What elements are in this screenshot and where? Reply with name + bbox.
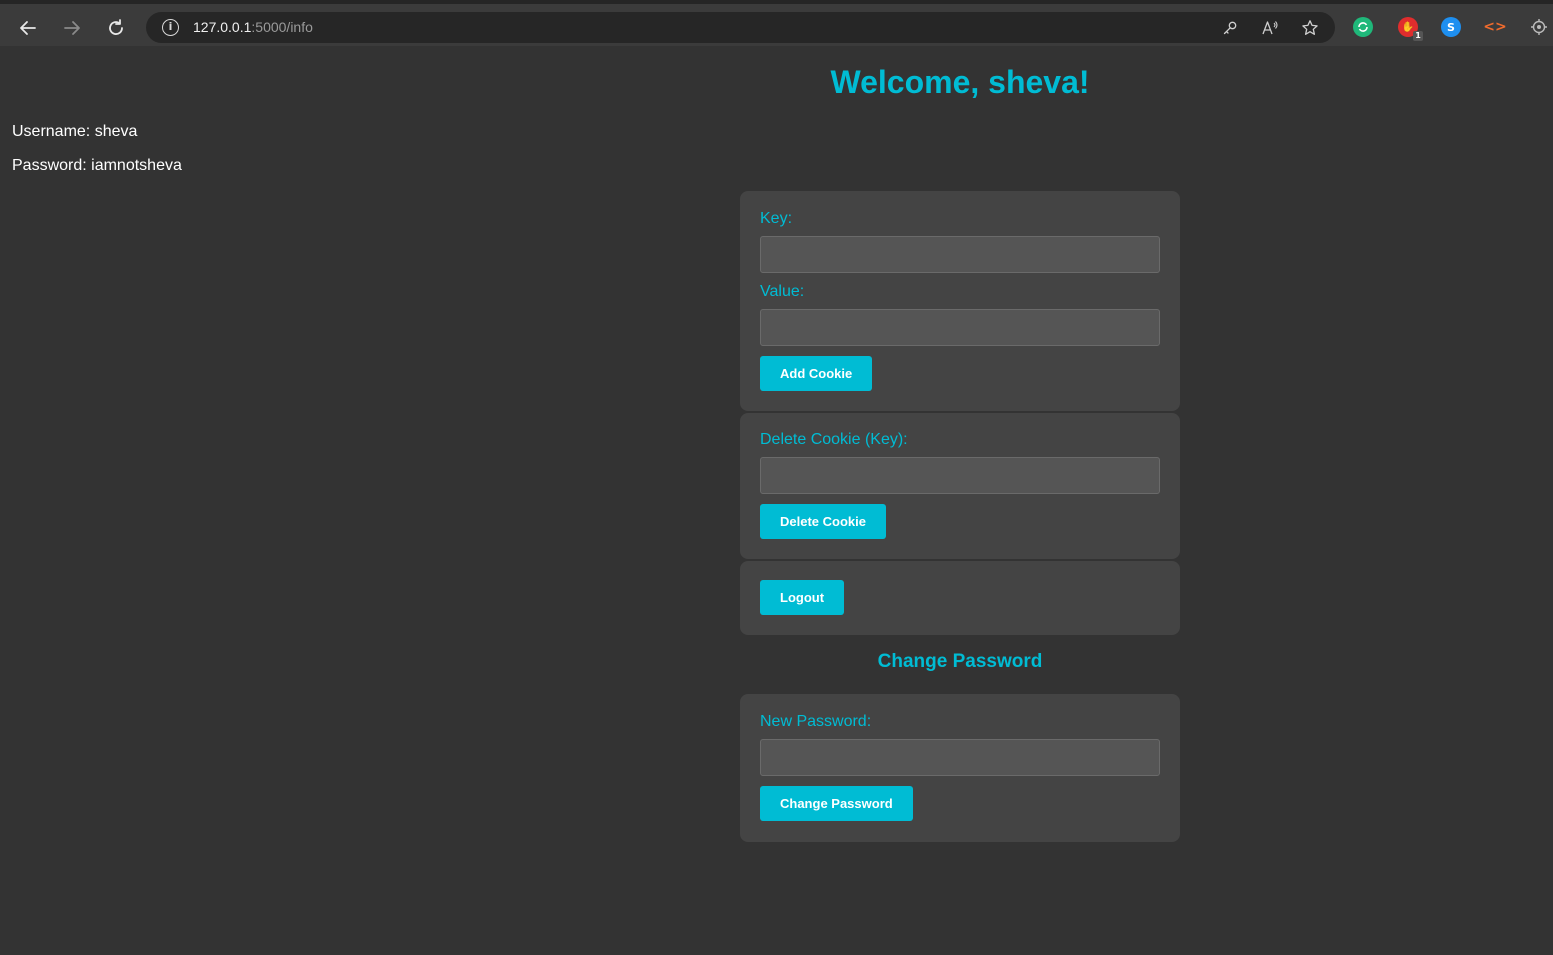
key-label: Key: (760, 210, 793, 227)
change-password-card: New Password: Change Password (740, 694, 1180, 842)
back-button[interactable] (12, 12, 44, 44)
new-password-label: New Password: (760, 713, 872, 730)
extension-code-icon[interactable]: <> (1483, 17, 1506, 37)
username-text: Username: sheva (12, 123, 138, 140)
extension-sync-icon[interactable] (1353, 17, 1373, 37)
extension-red-icon[interactable]: ✋ 1 (1398, 17, 1423, 41)
key-input[interactable] (760, 236, 1160, 273)
read-aloud-icon[interactable] (1258, 16, 1282, 40)
favorite-star-icon[interactable] (1298, 16, 1322, 40)
key-icon[interactable] (1218, 16, 1242, 40)
forward-button[interactable] (56, 12, 88, 44)
site-info-icon[interactable]: i (162, 19, 179, 36)
reload-icon (109, 19, 123, 35)
url-host: 127.0.0.1 (193, 19, 252, 35)
url-text[interactable]: 127.0.0.1:5000/info (193, 19, 313, 35)
value-label: Value: (760, 283, 805, 300)
browser-toolbar: i 127.0.0.1:5000/info ✋ 1 S <> (0, 0, 1553, 46)
delete-key-input[interactable] (760, 457, 1160, 494)
change-password-button[interactable]: Change Password (760, 786, 913, 821)
delete-cookie-card: Delete Cookie (Key): Delete Cookie (740, 413, 1180, 559)
arrow-right-icon (64, 21, 80, 35)
address-bar[interactable]: i 127.0.0.1:5000/info (146, 12, 1335, 43)
change-password-heading: Change Password (877, 651, 1043, 672)
reload-button[interactable] (100, 12, 132, 44)
delete-key-label: Delete Cookie (Key): (760, 431, 908, 448)
new-password-input[interactable] (760, 739, 1160, 776)
delete-cookie-button[interactable]: Delete Cookie (760, 504, 886, 539)
window-top-edge (0, 0, 1553, 4)
url-path: :5000/info (251, 19, 313, 35)
extension-badge: 1 (1413, 31, 1423, 41)
extension-target-icon[interactable] (1529, 17, 1549, 37)
password-text: Password: iamnotsheva (12, 157, 182, 174)
add-cookie-card: Key: Value: Add Cookie (740, 191, 1180, 411)
welcome-heading: Welcome, sheva! (830, 64, 1090, 100)
extension-shazam-icon[interactable]: S (1441, 17, 1461, 37)
arrow-left-icon (20, 21, 36, 35)
page-body: Welcome, sheva! Username: sheva Password… (0, 46, 1553, 955)
logout-button[interactable]: Logout (760, 580, 845, 615)
logout-card: Logout (740, 561, 1180, 635)
value-input[interactable] (760, 309, 1160, 346)
add-cookie-button[interactable]: Add Cookie (760, 356, 873, 391)
